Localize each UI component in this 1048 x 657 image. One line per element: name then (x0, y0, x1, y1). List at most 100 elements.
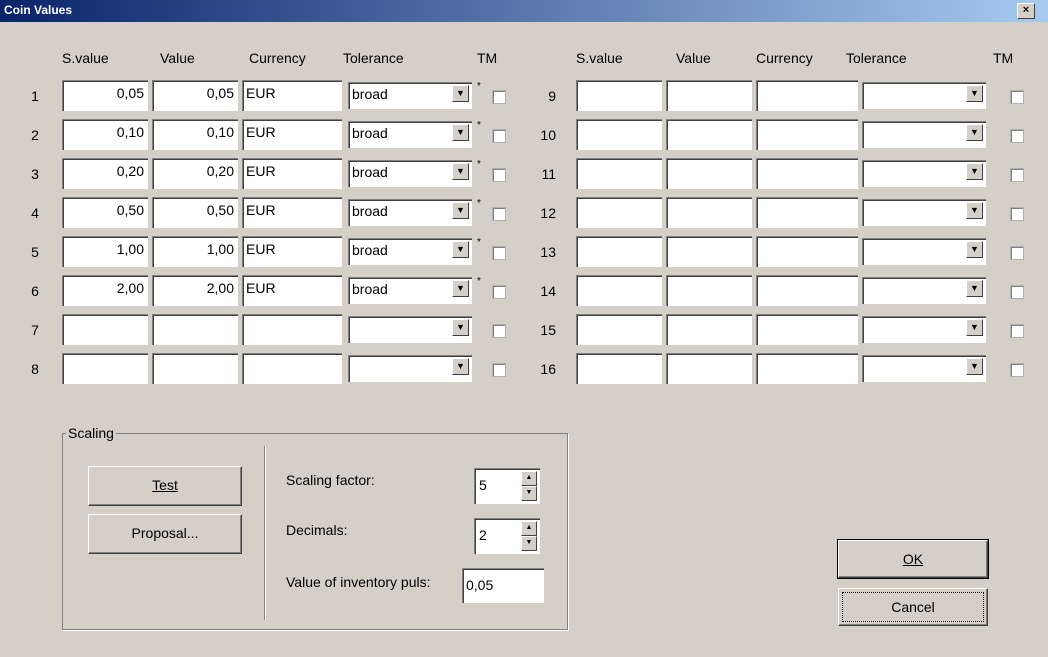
tolerance-select[interactable]: ▼ (862, 121, 986, 148)
currency-input[interactable] (756, 197, 858, 228)
tm-checkbox[interactable] (1010, 207, 1024, 221)
svalue-input[interactable] (576, 197, 662, 228)
tolerance-select[interactable]: ▼ (862, 199, 986, 226)
tolerance-select[interactable]: broad ▼ (348, 121, 472, 148)
tm-checkbox[interactable] (1010, 285, 1024, 299)
tolerance-select[interactable]: ▼ (862, 82, 986, 109)
currency-input[interactable]: EUR (242, 80, 342, 111)
currency-input[interactable] (756, 80, 858, 111)
value-input[interactable] (666, 353, 752, 384)
tolerance-select[interactable]: ▼ (862, 316, 986, 343)
value-input[interactable]: 0,20 (152, 158, 238, 189)
test-button[interactable]: Test (88, 466, 242, 506)
spin-down-icon[interactable]: ▼ (521, 486, 537, 501)
value-input[interactable]: 1,00 (152, 236, 238, 267)
tm-checkbox[interactable] (1010, 324, 1024, 338)
chevron-down-icon[interactable]: ▼ (966, 241, 983, 258)
cancel-button[interactable]: Cancel (838, 588, 988, 626)
svalue-input[interactable] (576, 119, 662, 150)
tolerance-select[interactable]: ▼ (862, 277, 986, 304)
svalue-input[interactable]: 1,00 (62, 236, 148, 267)
currency-input[interactable] (756, 314, 858, 345)
tolerance-select[interactable]: ▼ (348, 355, 472, 382)
svalue-input[interactable]: 0,50 (62, 197, 148, 228)
svalue-input[interactable] (576, 236, 662, 267)
tolerance-select[interactable]: ▼ (862, 160, 986, 187)
tolerance-select[interactable]: ▼ (348, 316, 472, 343)
chevron-down-icon[interactable]: ▼ (452, 280, 469, 297)
svalue-input[interactable] (576, 314, 662, 345)
chevron-down-icon[interactable]: ▼ (966, 85, 983, 102)
tm-checkbox[interactable] (1010, 129, 1024, 143)
value-input[interactable]: 2,00 (152, 275, 238, 306)
inventory-input[interactable]: 0,05 (462, 568, 544, 603)
value-input[interactable]: 0,05 (152, 80, 238, 111)
svalue-input[interactable] (62, 353, 148, 384)
currency-input[interactable] (756, 275, 858, 306)
chevron-down-icon[interactable]: ▼ (966, 163, 983, 180)
currency-input[interactable]: EUR (242, 275, 342, 306)
chevron-down-icon[interactable]: ▼ (452, 241, 469, 258)
tm-checkbox[interactable] (1010, 246, 1024, 260)
value-input[interactable] (666, 80, 752, 111)
chevron-down-icon[interactable]: ▼ (452, 319, 469, 336)
currency-input[interactable] (756, 353, 858, 384)
tm-checkbox[interactable] (492, 90, 506, 104)
value-input[interactable] (666, 197, 752, 228)
chevron-down-icon[interactable]: ▼ (966, 280, 983, 297)
currency-input[interactable]: EUR (242, 158, 342, 189)
tolerance-select[interactable]: ▼ (862, 355, 986, 382)
tm-checkbox[interactable] (492, 168, 506, 182)
decimals-spinner[interactable]: 2 ▲ ▼ (474, 518, 540, 554)
tm-checkbox[interactable] (1010, 363, 1024, 377)
svalue-input[interactable]: 0,20 (62, 158, 148, 189)
svalue-input[interactable]: 0,05 (62, 80, 148, 111)
svalue-input[interactable] (576, 275, 662, 306)
chevron-down-icon[interactable]: ▼ (452, 124, 469, 141)
value-input[interactable] (152, 314, 238, 345)
currency-input[interactable] (756, 236, 858, 267)
spin-up-icon[interactable]: ▲ (521, 521, 537, 536)
currency-input[interactable] (242, 353, 342, 384)
chevron-down-icon[interactable]: ▼ (452, 163, 469, 180)
chevron-down-icon[interactable]: ▼ (966, 124, 983, 141)
currency-input[interactable]: EUR (242, 236, 342, 267)
svalue-input[interactable]: 0,10 (62, 119, 148, 150)
ok-button[interactable]: OK (837, 539, 989, 579)
chevron-down-icon[interactable]: ▼ (452, 358, 469, 375)
svalue-input[interactable] (576, 80, 662, 111)
proposal-button[interactable]: Proposal... (88, 514, 242, 554)
currency-input[interactable] (756, 158, 858, 189)
value-input[interactable] (152, 353, 238, 384)
currency-input[interactable] (242, 314, 342, 345)
value-input[interactable] (666, 275, 752, 306)
tolerance-select[interactable]: broad ▼ (348, 238, 472, 265)
tm-checkbox[interactable] (492, 129, 506, 143)
chevron-down-icon[interactable]: ▼ (966, 202, 983, 219)
tm-checkbox[interactable] (1010, 168, 1024, 182)
value-input[interactable]: 0,10 (152, 119, 238, 150)
currency-input[interactable]: EUR (242, 197, 342, 228)
tolerance-select[interactable]: broad ▼ (348, 199, 472, 226)
tm-checkbox[interactable] (492, 324, 506, 338)
tm-checkbox[interactable] (492, 207, 506, 221)
chevron-down-icon[interactable]: ▼ (452, 85, 469, 102)
chevron-down-icon[interactable]: ▼ (966, 319, 983, 336)
value-input[interactable] (666, 314, 752, 345)
scaling-factor-spinner[interactable]: 5 ▲ ▼ (474, 468, 540, 504)
tolerance-select[interactable]: ▼ (862, 238, 986, 265)
value-input[interactable] (666, 158, 752, 189)
tolerance-select[interactable]: broad ▼ (348, 160, 472, 187)
svalue-input[interactable] (576, 353, 662, 384)
tm-checkbox[interactable] (492, 285, 506, 299)
spin-down-icon[interactable]: ▼ (521, 536, 537, 551)
chevron-down-icon[interactable]: ▼ (452, 202, 469, 219)
tm-checkbox[interactable] (492, 363, 506, 377)
svalue-input[interactable] (576, 158, 662, 189)
chevron-down-icon[interactable]: ▼ (966, 358, 983, 375)
close-button[interactable]: × (1017, 3, 1035, 19)
tm-checkbox[interactable] (492, 246, 506, 260)
currency-input[interactable] (756, 119, 858, 150)
spin-up-icon[interactable]: ▲ (521, 471, 537, 486)
value-input[interactable] (666, 236, 752, 267)
